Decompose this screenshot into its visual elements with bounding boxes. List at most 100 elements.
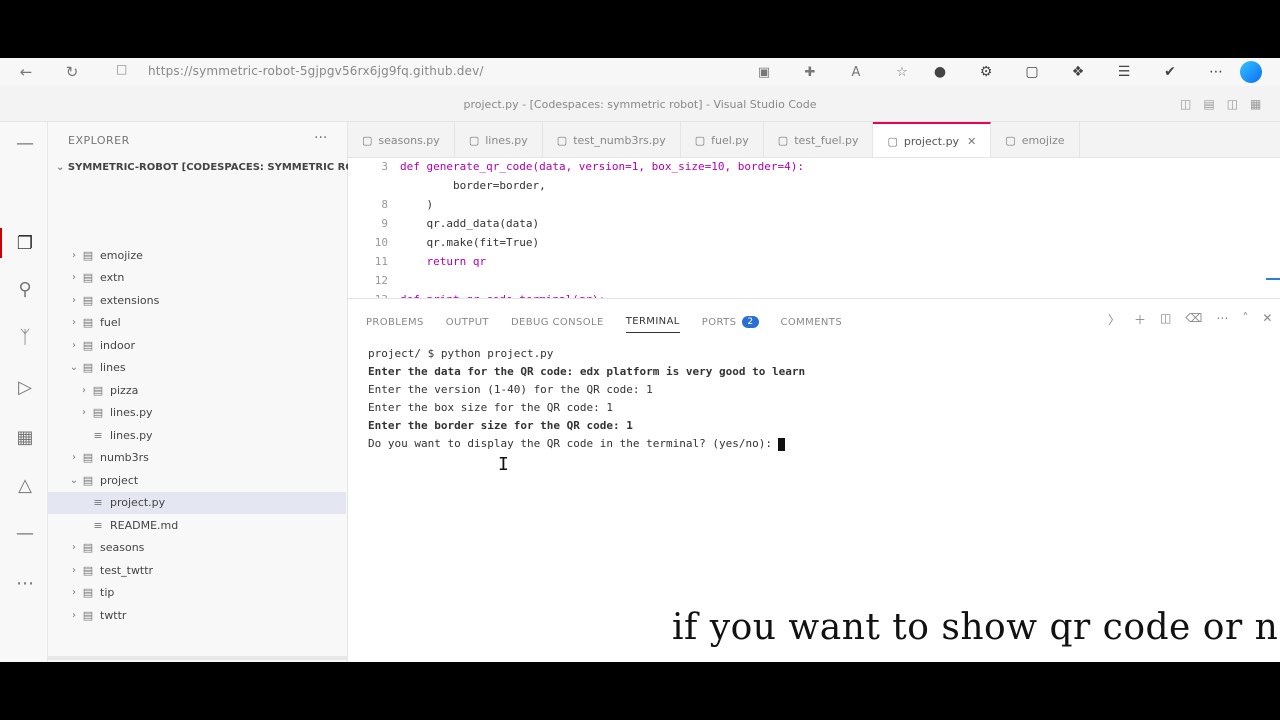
more-views-icon[interactable]: ⋯ — [12, 570, 38, 596]
tree-item-label: extensions — [100, 293, 160, 307]
panel-tab-label: OUTPUT — [445, 316, 489, 328]
python-file-icon: ▢ — [468, 133, 480, 147]
sidebar-scrollbar[interactable] — [48, 656, 348, 660]
toggle-panel-icon[interactable]: ▤ — [1203, 97, 1214, 111]
testing-flask-icon[interactable]: △ — [12, 472, 38, 498]
lock-icon[interactable]: □ — [116, 62, 127, 76]
panel-tab[interactable]: PORTS 2 — [702, 311, 759, 333]
tree-file-item[interactable]: ≡ project.py — [48, 491, 346, 514]
source-control-icon[interactable]: ᛉ — [12, 324, 38, 350]
tree-folder-item[interactable]: ⌄ ▤ project — [48, 469, 346, 491]
folder-icon: ▤ — [82, 473, 94, 487]
explorer-files-icon[interactable]: ❐ — [12, 230, 38, 256]
favorite-star-icon[interactable]: ☆ — [890, 61, 914, 83]
editor-tab[interactable]: ▢ lines.py — [455, 122, 543, 157]
terminal-line: Enter the box size for the QR code: 1 — [368, 401, 1268, 419]
tree-folder-item[interactable]: › ▤ lines.py — [48, 402, 346, 424]
tree-folder-item[interactable]: › ▤ pizza — [48, 379, 346, 401]
toggle-secondary-sidebar-icon[interactable]: ◫ — [1227, 97, 1238, 111]
extensions-icon[interactable]: ▦ — [12, 424, 38, 450]
settings-gear-icon[interactable]: ⚙ — [974, 61, 998, 83]
close-tab-icon[interactable]: ✕ — [967, 135, 976, 148]
toggle-sidebar-icon[interactable]: ◫ — [1180, 97, 1191, 111]
editor-tab[interactable]: ▢ test_fuel.py — [764, 122, 874, 157]
shield-icon[interactable]: ✔ — [1158, 61, 1182, 83]
remote-explorer-icon[interactable]: — — [12, 520, 38, 546]
chevron-right-icon: › — [72, 587, 76, 598]
tree-item-label: tip — [100, 586, 115, 599]
panel-tab[interactable]: OUTPUT — [446, 311, 489, 333]
tree-folder-item[interactable]: › ▤ extensions — [48, 289, 346, 311]
tree-item-label: emojize — [100, 248, 143, 262]
tree-folder-item[interactable]: › ▤ emojize — [48, 244, 346, 266]
split-terminal-icon[interactable]: ◫ — [1160, 311, 1171, 328]
back-arrow-icon[interactable]: ← — [14, 61, 38, 83]
trash-icon[interactable]: ⌫ — [1185, 311, 1202, 328]
folder-icon: ▤ — [82, 338, 94, 352]
code-editor[interactable]: 3 def generate_qr_code(data, version=1, b… — [348, 158, 1280, 298]
address-bar[interactable]: https://symmetric-robot-5gjpgv56rx6jg9fq… — [148, 64, 484, 78]
tree-folder-item[interactable]: › ▤ twttr — [48, 604, 346, 626]
sidebar-more-actions-icon[interactable]: ··· — [314, 130, 327, 146]
customize-layout-icon[interactable]: ▦ — [1250, 97, 1261, 111]
run-debug-icon[interactable]: ▷ — [12, 374, 38, 400]
python-file-icon: ▢ — [777, 133, 789, 147]
extension-icon[interactable]: ● — [928, 61, 952, 83]
terminal-icon[interactable]: 〉 — [1108, 311, 1120, 328]
tree-item-label: lines.py — [110, 406, 153, 419]
maximize-panel-icon[interactable]: ˄ — [1242, 311, 1248, 328]
more-icon[interactable]: ⋯ — [1204, 61, 1228, 83]
tree-file-item[interactable]: ≡ README.md — [48, 514, 346, 536]
tree-folder-item[interactable]: › ▤ indoor — [48, 334, 346, 356]
reload-icon[interactable]: ↻ — [60, 61, 84, 83]
code-text: qr.add_data(data) — [400, 217, 540, 230]
activity-bar: — ❐ ⚲ ᛉ ▷ ▦ △ — ⋯ ☺ — [0, 122, 48, 662]
python-file-icon: ▢ — [887, 134, 898, 148]
profile-avatar-icon[interactable] — [1240, 61, 1262, 83]
terminal-output[interactable]: project/ $ python project.py Enter the da… — [368, 347, 1268, 455]
editor-tab[interactable]: ▢ project.py ✕ — [873, 122, 992, 157]
panel-tab[interactable]: PROBLEMS — [366, 311, 424, 333]
tree-file-item[interactable]: ≡ lines.py — [48, 424, 346, 446]
file-icon: ≡ — [93, 518, 103, 532]
editor-tab[interactable]: ▢ emojize — [991, 122, 1080, 157]
search-icon[interactable]: ⚲ — [12, 276, 38, 302]
translate-icon[interactable]: A — [844, 61, 868, 83]
collections-icon[interactable]: ☰ — [1112, 61, 1136, 83]
split-screen-icon[interactable]: ▢ — [1020, 61, 1044, 83]
tree-folder-item[interactable]: › ▤ extn — [48, 267, 346, 289]
panel-tab[interactable]: COMMENTS — [781, 311, 843, 333]
new-terminal-icon[interactable]: ＋ — [1134, 311, 1146, 328]
panel-tab-label: DEBUG CONSOLE — [510, 316, 604, 328]
panel-tab[interactable]: TERMINAL — [625, 311, 680, 333]
window-title: project.py - [Codespaces: symmetric robo… — [463, 98, 817, 111]
terminal-line-text: Enter the border size for the QR code: 1 — [368, 419, 633, 432]
file-icon: ≡ — [93, 428, 103, 442]
add-tab-icon[interactable]: ✚ — [798, 61, 822, 83]
tree-item-label: README.md — [110, 518, 179, 532]
chevron-down-icon: ⌄ — [69, 474, 79, 486]
tree-folder-item[interactable]: › ▤ fuel — [48, 312, 346, 334]
editor-tab[interactable]: ▢ fuel.py — [681, 122, 764, 157]
tree-item-label: numb3rs — [100, 451, 149, 464]
puzzle-icon[interactable]: ❖ — [1066, 61, 1090, 83]
folder-icon: ▤ — [82, 361, 94, 374]
editor-tab[interactable]: ▢ test_numb3rs.py — [543, 122, 681, 157]
editor-tab[interactable]: ▢ seasons.py — [348, 122, 455, 157]
terminal-line-text: Do you want to display the QR code in th… — [368, 437, 772, 450]
tree-folder-item[interactable]: › ▤ tip — [48, 582, 346, 604]
panel-tab-label: TERMINAL — [625, 316, 680, 327]
chevron-right-icon: › — [82, 407, 86, 418]
more-icon[interactable]: ⋯ — [1216, 311, 1228, 328]
panel-tab[interactable]: DEBUG CONSOLE — [511, 311, 604, 333]
tree-folder-item[interactable]: › ▤ seasons — [48, 537, 346, 559]
close-icon[interactable]: ✕ — [1262, 311, 1272, 328]
tree-folder-item[interactable]: › ▤ test_twttr — [48, 559, 346, 581]
code-text: ) — [400, 198, 434, 211]
reader-view-icon[interactable]: ▣ — [752, 61, 776, 83]
workspace-root[interactable]: ⌄ SYMMETRIC-ROBOT [CODESPACES: SYMMETRIC… — [56, 162, 381, 173]
editor-tab-bar: ▢ seasons.py ▢ lines.py ▢ test_numb3rs.py ▢ fue… — [348, 122, 1280, 158]
tree-folder-item[interactable]: › ▤ numb3rs — [48, 447, 346, 469]
tree-folder-item[interactable]: ⌄ ▤ lines — [48, 357, 346, 379]
menu-icon[interactable]: — — [12, 130, 38, 156]
